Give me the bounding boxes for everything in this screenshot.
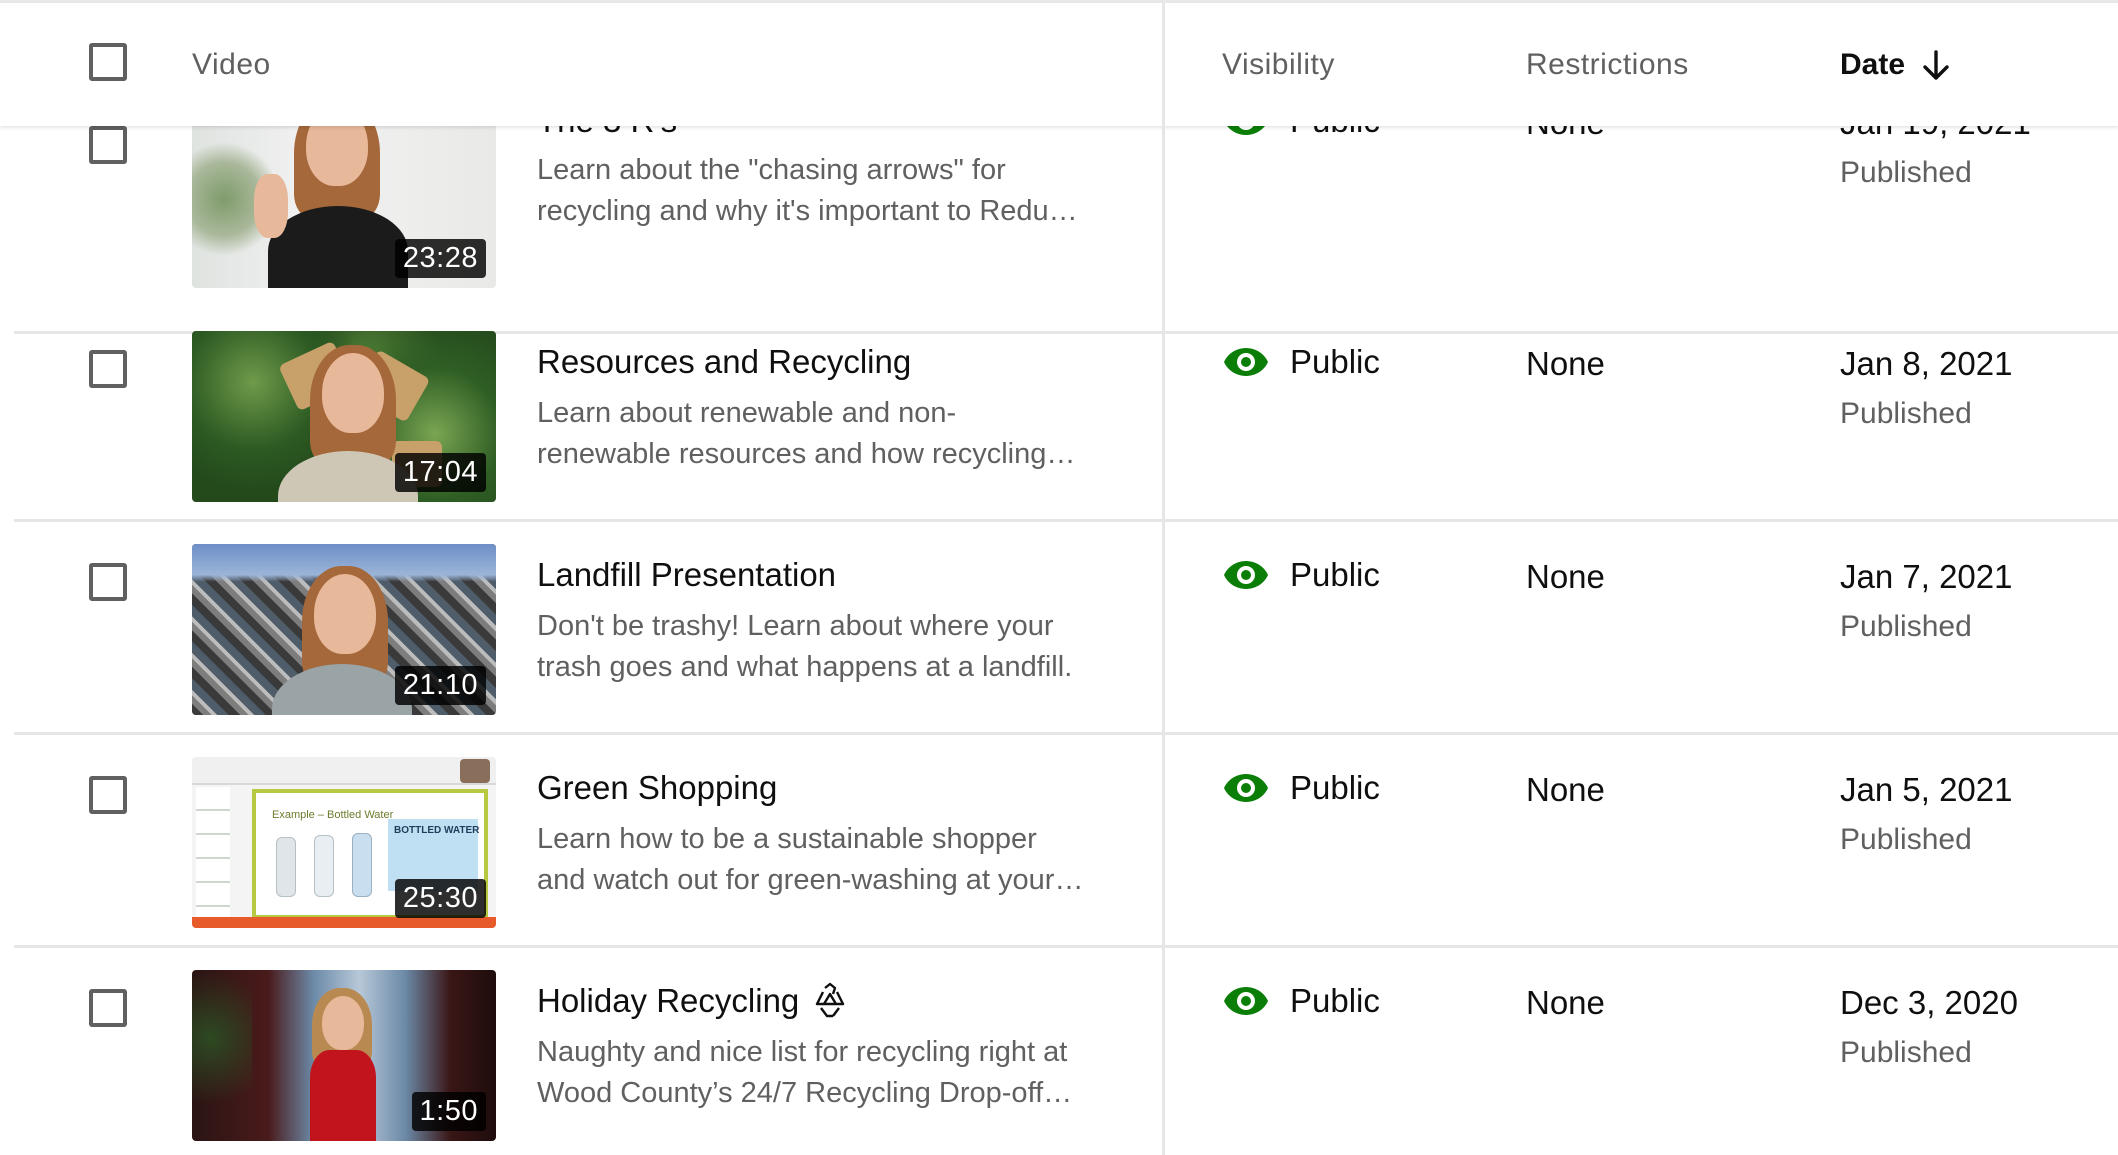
table-row[interactable]: 17:04 Resources and Recycling Learn abou… <box>0 309 2118 522</box>
video-thumbnail[interactable]: 17:04 <box>192 331 496 502</box>
date-value: Dec 3, 2020 <box>1840 984 2018 1021</box>
table-row[interactable]: Example – Bottled Water BOTTLED WATER 25… <box>0 735 2118 948</box>
video-title[interactable]: Landfill Presentation <box>537 556 836 594</box>
arrow-down-icon[interactable] <box>1921 49 1951 81</box>
visibility-label: Public <box>1290 769 1380 806</box>
video-thumbnail[interactable]: 1:50 <box>192 970 496 1141</box>
description-line: Learn about renewable and non- <box>537 397 957 429</box>
column-header-date-label: Date <box>1840 48 1906 81</box>
column-header-video[interactable]: Video <box>192 48 271 82</box>
description-line: Learn how to be a sustainable shopper <box>537 823 1037 855</box>
table-row[interactable]: 21:10 Landfill Presentation Don't be tra… <box>0 522 2118 735</box>
eye-icon <box>1224 348 1268 376</box>
video-duration: 23:28 <box>394 239 486 278</box>
eye-icon <box>1224 774 1268 802</box>
video-duration: 25:30 <box>394 879 486 918</box>
video-description: Learn about renewable and non- renewable… <box>537 393 1117 475</box>
description-line: and watch out for green-washing at your… <box>537 864 1084 896</box>
video-title[interactable]: Holiday Recycling <box>537 982 849 1020</box>
video-title[interactable]: Green Shopping <box>537 769 777 807</box>
status-value: Published <box>1840 610 1972 643</box>
column-divider <box>1162 126 1165 1155</box>
table-row[interactable]: 1:50 Holiday Recycling Naughty and nice … <box>0 948 2118 1155</box>
video-table-body: 23:28 The 3 R's Learn about the "chasing… <box>0 0 2118 1155</box>
video-duration: 1:50 <box>411 1092 486 1131</box>
row-checkbox[interactable] <box>89 350 127 388</box>
video-list-page: 23:28 The 3 R's Learn about the "chasing… <box>0 0 2118 1155</box>
visibility-label: Public <box>1290 556 1380 593</box>
restrictions-value: None <box>1526 771 1605 808</box>
status-value: Published <box>1840 397 1972 430</box>
row-checkbox[interactable] <box>89 776 127 814</box>
date-value: Jan 7, 2021 <box>1840 558 2013 595</box>
visibility-cell[interactable]: Public <box>1222 769 1380 807</box>
video-duration: 17:04 <box>394 453 486 492</box>
row-checkbox[interactable] <box>89 126 127 164</box>
description-line: recycling and why it's important to Redu… <box>537 195 1078 227</box>
visibility-label: Public <box>1290 982 1380 1019</box>
visibility-cell[interactable]: Public <box>1222 343 1380 381</box>
restrictions-value: None <box>1526 345 1605 382</box>
description-line: Naughty and nice list for recycling righ… <box>537 1036 1068 1068</box>
row-checkbox[interactable] <box>89 563 127 601</box>
column-header-date[interactable]: Date <box>1840 48 1951 82</box>
thumbnail-slide-title: Example – Bottled Water <box>272 809 394 821</box>
video-title-text: Holiday Recycling <box>537 982 800 1019</box>
eye-icon <box>1224 987 1268 1015</box>
restrictions-value: None <box>1526 984 1605 1021</box>
recycle-icon <box>816 982 845 1018</box>
row-checkbox[interactable] <box>89 989 127 1027</box>
video-description: Learn how to be a sustainable shopper an… <box>537 819 1117 901</box>
column-divider <box>1162 3 1165 129</box>
visibility-cell[interactable]: Public <box>1222 982 1380 1020</box>
video-description: Naughty and nice list for recycling righ… <box>537 1032 1117 1114</box>
visibility-cell[interactable]: Public <box>1222 556 1380 594</box>
column-header-restrictions[interactable]: Restrictions <box>1526 48 1689 82</box>
restrictions-value: None <box>1526 558 1605 595</box>
video-duration: 21:10 <box>394 666 486 705</box>
description-line: renewable resources and how recycling… <box>537 438 1076 470</box>
status-value: Published <box>1840 823 1972 856</box>
date-value: Jan 5, 2021 <box>1840 771 2013 808</box>
select-all-checkbox[interactable] <box>89 43 127 81</box>
status-value: Published <box>1840 156 1972 189</box>
table-header: Video Visibility Restrictions Date <box>0 0 2118 129</box>
video-thumbnail[interactable]: 21:10 <box>192 544 496 715</box>
thumbnail-poster-text: BOTTLED WATER <box>394 825 480 836</box>
description-line: Wood County’s 24/7 Recycling Drop-off… <box>537 1077 1073 1109</box>
video-title[interactable]: Resources and Recycling <box>537 343 911 381</box>
video-description: Learn about the "chasing arrows" for rec… <box>537 150 1117 232</box>
description-line: Learn about the "chasing arrows" for <box>537 154 1006 186</box>
status-value: Published <box>1840 1036 1972 1069</box>
visibility-label: Public <box>1290 343 1380 380</box>
video-thumbnail[interactable]: Example – Bottled Water BOTTLED WATER 25… <box>192 757 496 928</box>
video-description: Don't be trashy! Learn about where your … <box>537 606 1117 688</box>
eye-icon <box>1224 561 1268 589</box>
date-value: Jan 8, 2021 <box>1840 345 2013 382</box>
description-line: Don't be trashy! Learn about where your <box>537 610 1054 642</box>
column-header-visibility[interactable]: Visibility <box>1222 48 1335 82</box>
description-line: trash goes and what happens at a landfil… <box>537 651 1073 683</box>
